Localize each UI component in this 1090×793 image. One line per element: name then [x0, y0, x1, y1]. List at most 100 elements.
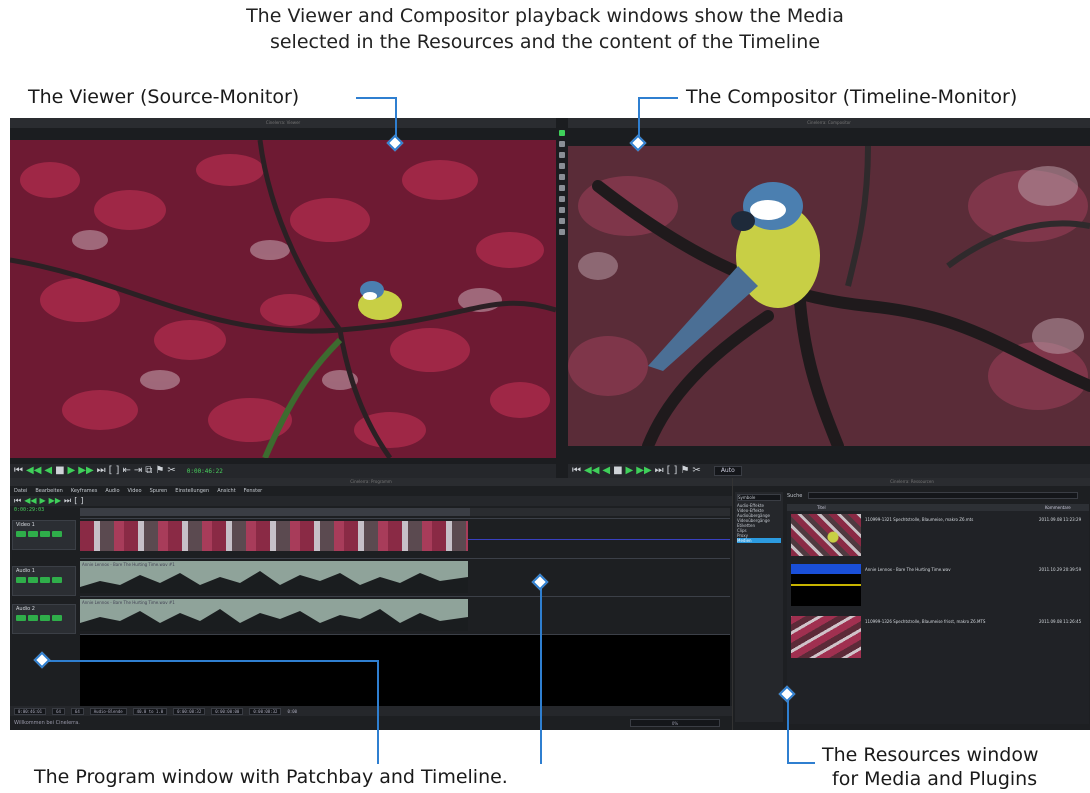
skip-end-icon[interactable]: ⏭	[97, 465, 106, 477]
stop-icon[interactable]: ■	[55, 465, 64, 477]
compositor-zoom-select[interactable]: Auto	[713, 466, 742, 476]
zoom-icon[interactable]	[559, 141, 565, 147]
compositor-stop-icon[interactable]: ■	[613, 465, 622, 477]
cinelerra-screenshot: Cinelerra: Viewer ⏮ ◀◀ ◀ ■ ▶ ▶▶ ⏭ [] ⇤ …	[10, 118, 1090, 730]
play-icon[interactable]: ▶	[68, 465, 76, 477]
compositor-skip-start-icon[interactable]: ⏮	[572, 465, 581, 477]
menu-einstellungen[interactable]: Einstellungen	[175, 486, 209, 496]
out-point-icon[interactable]: ]	[116, 465, 120, 477]
clip-icon[interactable]: ✂	[167, 465, 175, 477]
tool-info-icon[interactable]	[559, 218, 565, 224]
play-track-toggle[interactable]	[16, 577, 26, 583]
compositor-clip-icon[interactable]: ✂	[692, 465, 700, 477]
label-icon[interactable]: ⚑	[155, 465, 164, 477]
curve-range-field[interactable]: 40.0 to 1.0	[132, 707, 168, 715]
sample-zoom-select[interactable]: 64	[52, 707, 65, 715]
menu-fenster[interactable]: Fenster	[244, 486, 263, 496]
patch-audio-1[interactable]: Audio 1	[12, 566, 76, 596]
timeline-ruler[interactable]	[80, 508, 730, 516]
track-audio-1[interactable]: Annie Lennox - Bare The Hurting Time.wav…	[80, 558, 730, 596]
menu-video[interactable]: Video	[128, 486, 142, 496]
program-rewind-icon[interactable]: ◀◀	[24, 495, 36, 507]
folder-media[interactable]: Medien	[737, 538, 781, 543]
program-fast-forward-icon[interactable]: ▶▶	[49, 495, 61, 507]
audio-clip[interactable]: Annie Lennox - Bare The Hurting Time.wav…	[80, 599, 468, 631]
track-audio-2[interactable]: Annie Lennox - Bare The Hurting Time.wav…	[80, 596, 730, 634]
program-skip-start-icon[interactable]: ⏮	[14, 495, 21, 507]
callout-viewer: The Viewer (Source-Monitor)	[28, 86, 300, 108]
fast-forward-icon[interactable]: ▶▶	[78, 465, 93, 477]
resources-search: Suche	[787, 492, 1087, 501]
gang-toggle[interactable]	[40, 577, 50, 583]
arm-track-toggle[interactable]	[28, 531, 38, 537]
protect-icon[interactable]	[559, 130, 565, 136]
program-connector-h	[42, 660, 378, 662]
track-empty-area[interactable]	[80, 634, 730, 706]
crop-icon[interactable]	[559, 185, 565, 191]
fade-type-select[interactable]: Audio-Blende	[89, 707, 127, 715]
copy-icon[interactable]: ⧉	[145, 465, 152, 477]
draw-toggle[interactable]	[52, 531, 62, 537]
play-track-toggle[interactable]	[16, 531, 26, 537]
play-reverse-icon[interactable]: ◀	[44, 465, 52, 477]
draw-toggle[interactable]	[52, 615, 62, 621]
callout-resources-line-2: for Media and Plugins	[832, 768, 1038, 790]
splice-icon[interactable]: ⇤	[122, 465, 130, 477]
audio-clip[interactable]: Annie Lennox - Bare The Hurting Time.wav…	[80, 561, 468, 593]
program-window: Cinelerra: Programm Datei Bearbeiten Key…	[10, 478, 732, 730]
program-skip-end-icon[interactable]: ⏭	[64, 495, 71, 507]
arm-track-toggle[interactable]	[28, 577, 38, 583]
column-comments[interactable]: Kommentare	[1045, 504, 1071, 511]
camera-icon[interactable]	[559, 163, 565, 169]
menu-spuren[interactable]: Spuren	[150, 486, 168, 496]
play-track-toggle[interactable]	[16, 615, 26, 621]
arm-track-toggle[interactable]	[28, 615, 38, 621]
skip-start-icon[interactable]: ⏮	[14, 465, 23, 477]
viewer-video-frame	[10, 140, 556, 458]
projector-icon[interactable]	[559, 174, 565, 180]
ruler-icon[interactable]	[559, 207, 565, 213]
view-mode-select[interactable]: Symbole	[737, 494, 781, 501]
menu-ansicht[interactable]: Ansicht	[217, 486, 235, 496]
program-play-icon[interactable]: ▶	[40, 495, 46, 507]
compositor-out-point-icon[interactable]: ]	[674, 465, 678, 477]
draw-toggle[interactable]	[52, 577, 62, 583]
search-input[interactable]	[807, 492, 1078, 499]
gang-toggle[interactable]	[40, 531, 50, 537]
track-video-1[interactable]	[80, 518, 730, 554]
selection-start-field[interactable]: 0:00:46:01	[14, 707, 47, 715]
rewind-icon[interactable]: ◀◀	[26, 465, 41, 477]
compositor-rewind-icon[interactable]: ◀◀	[584, 465, 599, 477]
media-date: 2011.10.29 20:39:59	[1039, 567, 1082, 572]
out-time-field[interactable]: 0:00:08:32	[249, 707, 282, 715]
resources-connector-v	[787, 694, 789, 764]
audio-thumbnail	[791, 564, 861, 606]
gang-toggle[interactable]	[40, 615, 50, 621]
safe-region-icon[interactable]	[559, 229, 565, 235]
mask-icon[interactable]	[559, 152, 565, 158]
viewer-connector-h	[356, 97, 396, 99]
patch-audio-2[interactable]: Audio 2	[12, 604, 76, 634]
in-time-field[interactable]: 0:00:08:32	[173, 707, 206, 715]
overwrite-icon[interactable]: ⇥	[134, 465, 142, 477]
video-clip[interactable]	[80, 521, 468, 551]
compositor-play-reverse-icon[interactable]: ◀	[602, 465, 610, 477]
compositor-skip-end-icon[interactable]: ⏭	[655, 465, 664, 477]
eyedrop-icon[interactable]	[559, 196, 565, 202]
length-field[interactable]: 0:00:00:00	[211, 707, 244, 715]
column-title[interactable]: Titel	[817, 504, 826, 511]
program-out-point-icon[interactable]: ]	[80, 495, 83, 507]
list-item[interactable]: 110999-1321 Spechtstrolle, Blaumeise, ma…	[787, 514, 1089, 560]
program-in-point-icon[interactable]: [	[74, 495, 77, 507]
compositor-label-icon[interactable]: ⚑	[680, 465, 689, 477]
menu-audio[interactable]: Audio	[105, 486, 119, 496]
list-item[interactable]: Annie Lennox - Bare The Hurting Time.wav…	[787, 564, 1089, 610]
viewer-timecode: 0:00:46:22	[186, 467, 223, 475]
compositor-play-icon[interactable]: ▶	[626, 465, 634, 477]
patch-video-1[interactable]: Video 1	[12, 520, 76, 550]
list-item[interactable]: 110999-1326 Spechtstrolle, Blaumeise fri…	[787, 616, 1089, 662]
compositor-in-point-icon[interactable]: [	[667, 465, 671, 477]
in-point-icon[interactable]: [	[109, 465, 113, 477]
amplitude-select[interactable]: 64	[70, 707, 84, 715]
compositor-fast-forward-icon[interactable]: ▶▶	[636, 465, 651, 477]
